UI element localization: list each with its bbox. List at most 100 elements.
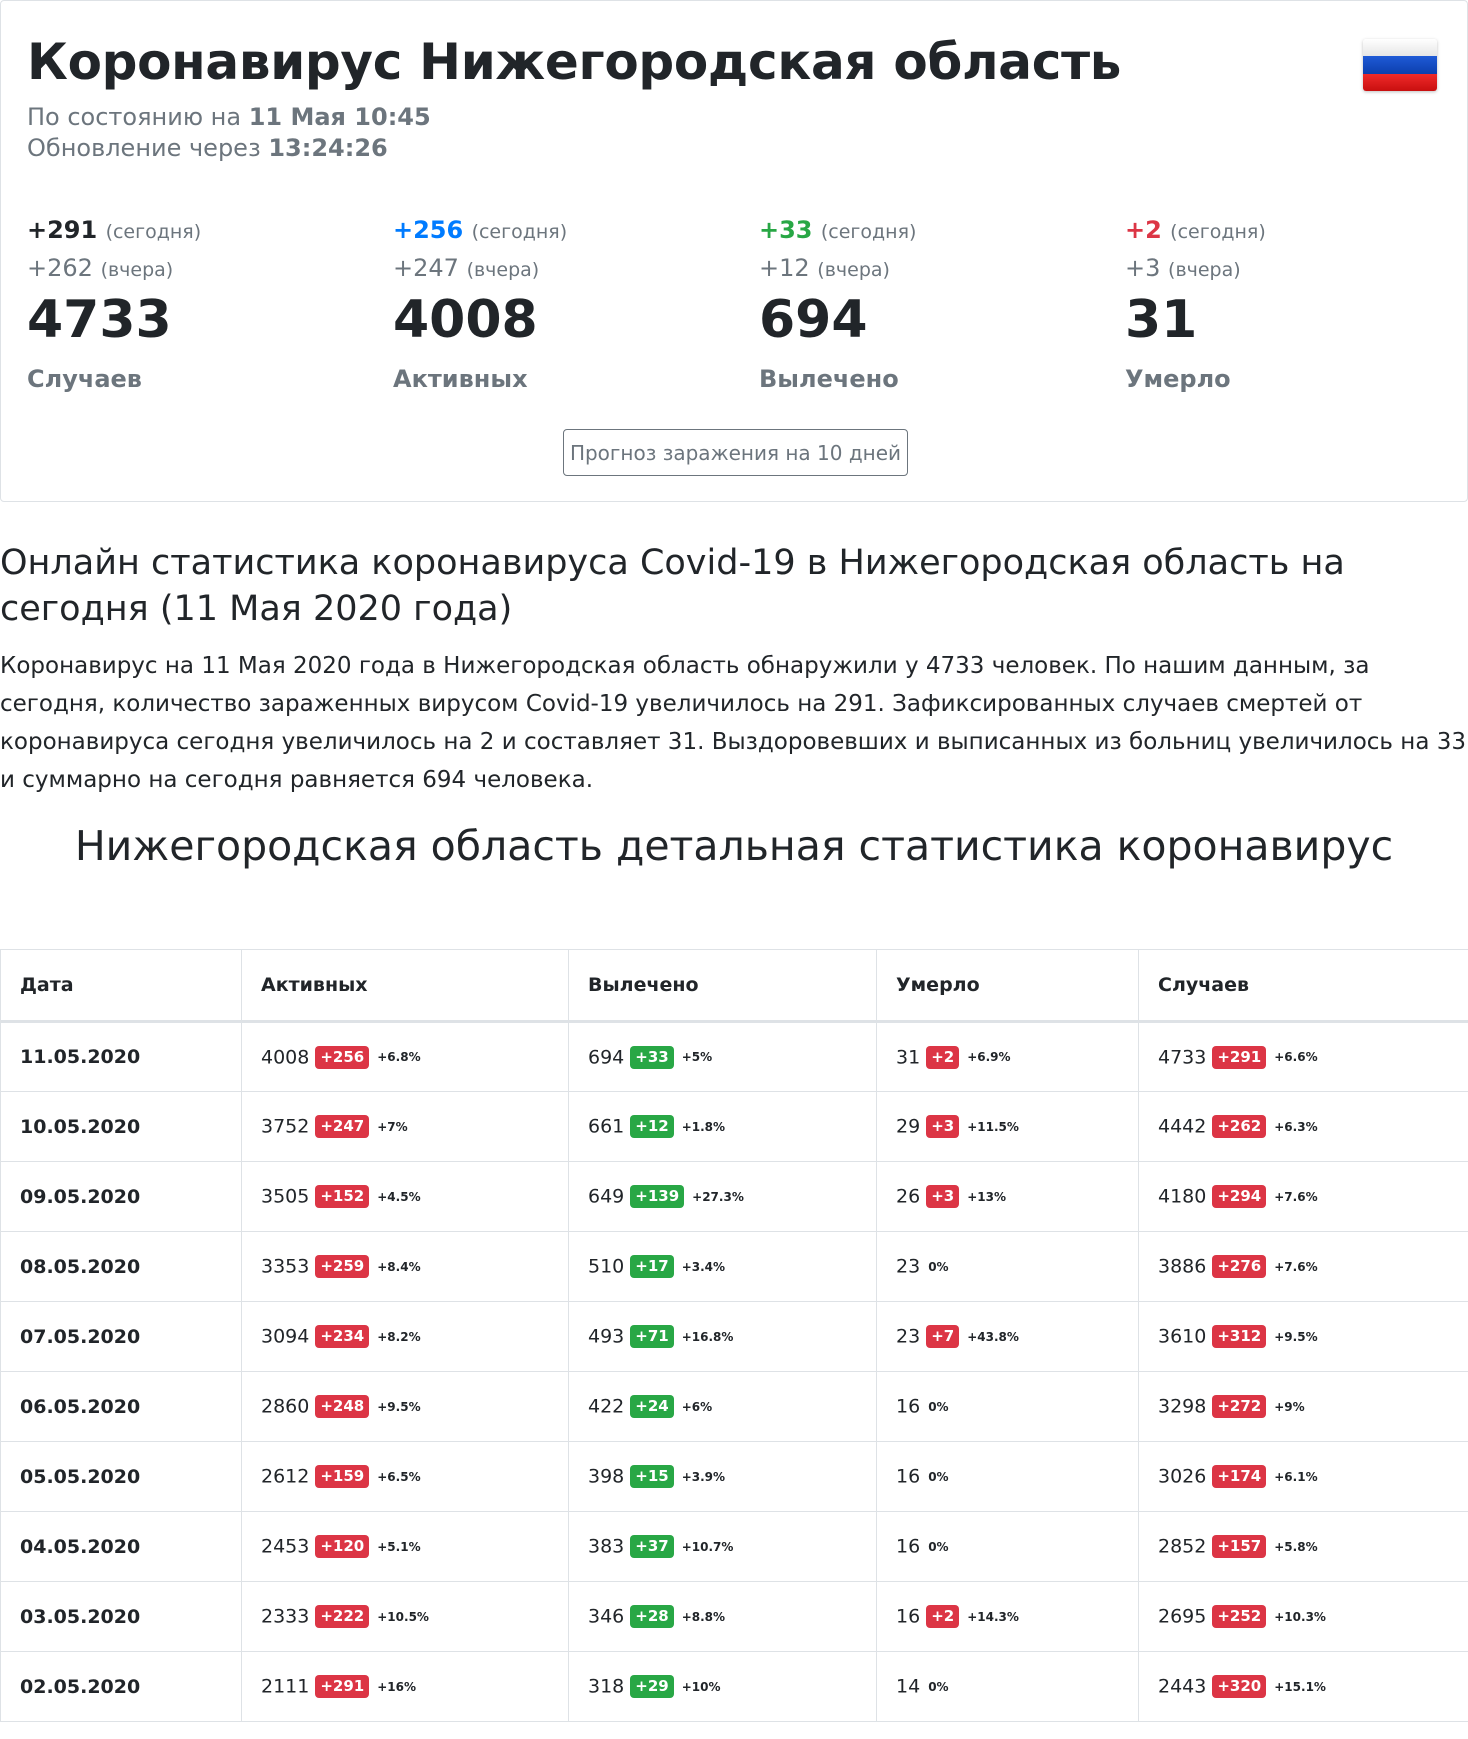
cell-cases: 3610 +312 +9.5% bbox=[1138, 1301, 1468, 1372]
delta-percent: +7% bbox=[377, 1119, 408, 1134]
stats-table-wrapper: Дата Активных Вылечено Умерло Случаев 11… bbox=[0, 949, 1468, 1722]
cell-active: 2612 +159 +6.5% bbox=[241, 1441, 569, 1512]
cell-value: 2333 bbox=[261, 1605, 310, 1628]
cell-value: 16 bbox=[896, 1605, 921, 1628]
cell-died: 16 0% bbox=[876, 1371, 1139, 1442]
delta-percent: +8.2% bbox=[377, 1329, 421, 1344]
cell-cases: 3886 +276 +7.6% bbox=[1138, 1231, 1468, 1302]
delta-percent: +10.3% bbox=[1274, 1609, 1326, 1624]
cell-active: 3752 +247 +7% bbox=[241, 1091, 569, 1162]
stat-died: +2 (сегодня) +3 (вчера) 31 Умерло bbox=[1125, 216, 1465, 393]
cell-value: 3505 bbox=[261, 1185, 310, 1208]
delta-percent: 0% bbox=[928, 1259, 949, 1274]
delta-percent: +10.7% bbox=[681, 1539, 734, 1554]
cell-value: 3353 bbox=[261, 1255, 310, 1278]
cell-cases: 4733 +291 +6.6% bbox=[1138, 1021, 1468, 1092]
delta-badge: +234 bbox=[315, 1325, 370, 1348]
cell-recovered: 318 +29 +10% bbox=[568, 1651, 877, 1722]
cell-date: 02.05.2020 bbox=[0, 1651, 242, 1722]
delta-percent: +15.1% bbox=[1274, 1679, 1326, 1694]
delta-badge: +139 bbox=[630, 1185, 685, 1208]
column-header-active[interactable]: Активных bbox=[241, 949, 569, 1023]
cell-value: 26 bbox=[896, 1185, 921, 1208]
delta-percent: +6.6% bbox=[1274, 1050, 1318, 1064]
cell-cases: 2695 +252 +10.3% bbox=[1138, 1581, 1468, 1652]
cell-value: 2695 bbox=[1158, 1605, 1207, 1628]
delta-badge: +320 bbox=[1212, 1675, 1267, 1698]
cell-active: 3353 +259 +8.4% bbox=[241, 1231, 569, 1302]
detail-stats-heading: Нижегородская область детальная статисти… bbox=[74, 822, 1394, 870]
table-row: 05.05.2020 2612 +159 +6.5% 398 +15 +3.9% 16 0% 30… bbox=[0, 1441, 1468, 1512]
delta-badge: +2 bbox=[926, 1045, 960, 1069]
delta-percent: +8.4% bbox=[377, 1259, 421, 1274]
cell-cases: 4180 +294 +7.6% bbox=[1138, 1161, 1468, 1232]
delta-badge: +33 bbox=[630, 1045, 674, 1069]
cell-cases: 3026 +174 +6.1% bbox=[1138, 1441, 1468, 1512]
delta-badge: +259 bbox=[315, 1255, 370, 1278]
table-row: 07.05.2020 3094 +234 +8.2% 493 +71 +16.8% 23 +7 +… bbox=[0, 1301, 1468, 1372]
stat-today: +291 bbox=[27, 216, 98, 244]
cell-died: 29 +3 +11.5% bbox=[876, 1091, 1139, 1162]
cell-value: 4180 bbox=[1158, 1185, 1207, 1208]
cell-date: 11.05.2020 bbox=[0, 1021, 242, 1092]
delta-percent: +16% bbox=[377, 1679, 417, 1694]
cell-value: 23 bbox=[896, 1255, 921, 1278]
delta-badge: +28 bbox=[630, 1605, 674, 1628]
delta-percent: +14.3% bbox=[967, 1609, 1019, 1624]
delta-percent: +9% bbox=[1274, 1399, 1305, 1414]
column-header-date[interactable]: Дата bbox=[0, 949, 242, 1023]
delta-percent: +3.9% bbox=[681, 1469, 726, 1484]
stat-yesterday: +3 bbox=[1125, 254, 1161, 282]
cell-recovered: 510 +17 +3.4% bbox=[568, 1231, 877, 1302]
table-row: 11.05.2020 4008 +256 +6.8% 694 +33 +5% 31 +2 +6.9… bbox=[0, 1021, 1468, 1092]
column-header-died[interactable]: Умерло bbox=[876, 949, 1139, 1023]
cell-active: 3505 +152 +4.5% bbox=[241, 1161, 569, 1232]
column-header-cases[interactable]: Случаев bbox=[1138, 949, 1468, 1023]
delta-badge: +174 bbox=[1212, 1465, 1267, 1488]
delta-badge: +12 bbox=[630, 1115, 674, 1138]
cell-died: 16 0% bbox=[876, 1511, 1139, 1582]
delta-percent: +43.8% bbox=[967, 1329, 1019, 1344]
cell-active: 4008 +256 +6.8% bbox=[241, 1021, 569, 1092]
cell-died: 31 +2 +6.9% bbox=[876, 1021, 1139, 1092]
cell-recovered: 694 +33 +5% bbox=[568, 1021, 877, 1092]
stat-today: +2 bbox=[1125, 216, 1162, 244]
delta-percent: +7.6% bbox=[1274, 1189, 1318, 1204]
cell-value: 3026 bbox=[1158, 1465, 1207, 1488]
delta-percent: +8.8% bbox=[681, 1609, 726, 1624]
cell-date: 05.05.2020 bbox=[0, 1441, 242, 1512]
delta-badge: +262 bbox=[1212, 1115, 1267, 1138]
cell-value: 383 bbox=[588, 1535, 625, 1558]
cell-value: 31 bbox=[896, 1046, 921, 1068]
delta-badge: +152 bbox=[315, 1185, 370, 1208]
delta-percent: +7.6% bbox=[1274, 1259, 1318, 1274]
delta-percent: +27.3% bbox=[692, 1189, 744, 1204]
cell-value: 16 bbox=[896, 1395, 921, 1418]
delta-percent: +9.5% bbox=[377, 1399, 421, 1414]
table-row: 03.05.2020 2333 +222 +10.5% 346 +28 +8.8% 16 +2 +… bbox=[0, 1581, 1468, 1652]
cell-value: 694 bbox=[588, 1046, 625, 1068]
delta-badge: +291 bbox=[1212, 1045, 1267, 1069]
delta-percent: +16.8% bbox=[681, 1329, 734, 1344]
delta-badge: +2 bbox=[926, 1605, 960, 1628]
cell-recovered: 398 +15 +3.9% bbox=[568, 1441, 877, 1512]
cell-value: 2443 bbox=[1158, 1675, 1207, 1698]
page-title: Коронавирус Нижегородская область bbox=[27, 33, 1122, 91]
delta-badge: +3 bbox=[926, 1185, 960, 1208]
delta-percent: +6.5% bbox=[377, 1469, 421, 1484]
forecast-button[interactable]: Прогноз заражения на 10 дней bbox=[563, 429, 908, 476]
cell-value: 398 bbox=[588, 1465, 625, 1488]
stat-total: 4008 bbox=[393, 290, 538, 350]
cell-active: 2111 +291 +16% bbox=[241, 1651, 569, 1722]
cell-date: 07.05.2020 bbox=[0, 1301, 242, 1372]
column-header-recovered[interactable]: Вылечено bbox=[568, 949, 877, 1023]
delta-badge: +37 bbox=[630, 1535, 674, 1558]
summary-card: Коронавирус Нижегородская область По сос… bbox=[0, 0, 1468, 502]
cell-value: 2453 bbox=[261, 1535, 310, 1558]
delta-badge: +3 bbox=[926, 1115, 960, 1138]
cell-value: 422 bbox=[588, 1395, 625, 1418]
cell-recovered: 649 +139 +27.3% bbox=[568, 1161, 877, 1232]
delta-badge: +276 bbox=[1212, 1255, 1267, 1278]
stat-cases: +291 (сегодня) +262 (вчера) 4733 Случаев bbox=[27, 216, 367, 393]
cell-value: 2860 bbox=[261, 1395, 310, 1418]
